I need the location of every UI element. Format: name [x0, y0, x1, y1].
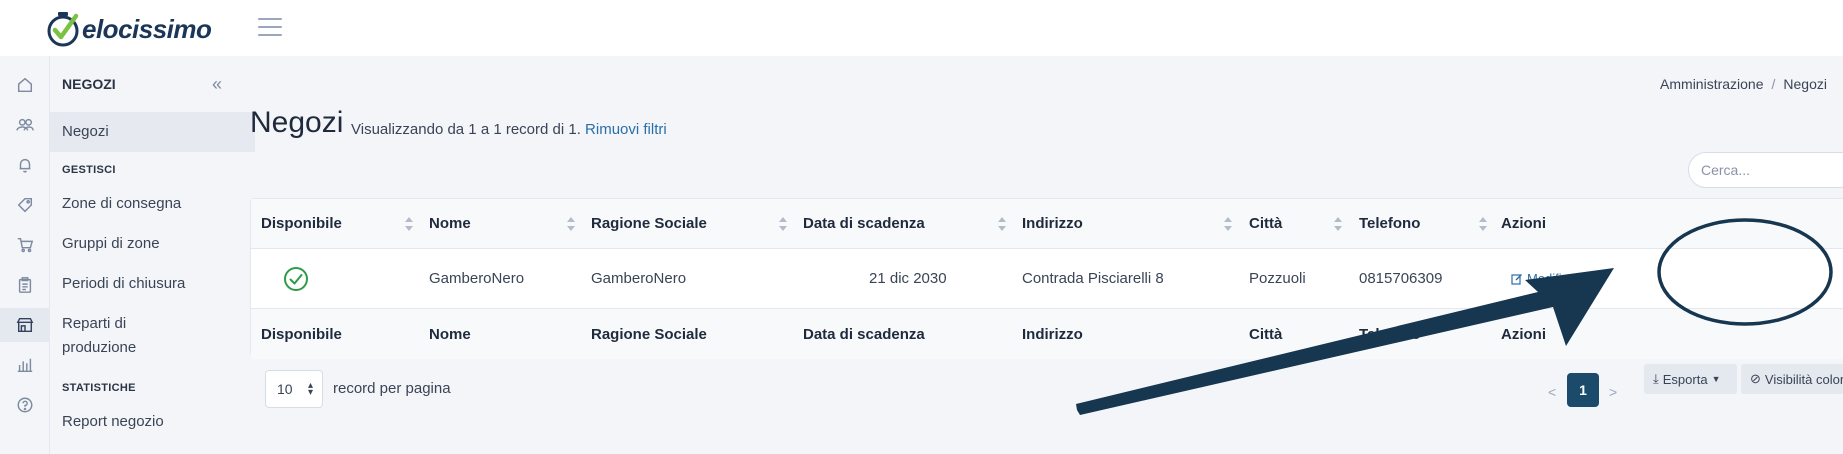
footer-header-citta: Città — [1249, 325, 1283, 343]
export-button[interactable]: ⤓ Esporta ▼ — [1644, 364, 1737, 394]
bar-chart-icon[interactable] — [0, 348, 50, 382]
logo-check-icon — [47, 12, 79, 47]
eye-slash-icon: ⊘ — [1750, 371, 1761, 386]
chevron-down-icon: ▼ — [1711, 374, 1721, 384]
download-icon: ⤓ — [1653, 371, 1659, 386]
per-page-value: 10 — [277, 381, 293, 397]
footer-header-nome: Nome — [429, 325, 471, 343]
per-page-select[interactable]: 10 ▴ ▾ — [265, 370, 323, 408]
sidebar-section-gestisci: GESTISCI — [62, 164, 116, 176]
help-icon[interactable] — [0, 388, 50, 422]
secondary-sidebar: NEGOZI « Negozi GESTISCI Zone di consegn… — [50, 56, 255, 454]
footer-header-disponibile: Disponibile — [261, 325, 342, 343]
cart-icon[interactable] — [0, 228, 50, 262]
column-header-data-scadenza[interactable]: Data di scadenza — [803, 199, 925, 248]
sidebar-title: NEGOZI — [62, 76, 116, 92]
page-title: Negozi — [250, 106, 344, 139]
breadcrumb-parent[interactable]: Amministrazione — [1660, 76, 1763, 92]
bell-icon[interactable] — [0, 148, 50, 182]
menu-toggle-icon[interactable] — [258, 18, 282, 38]
footer-header-data-scadenza: Data di scadenza — [803, 325, 925, 343]
record-count-text: Visualizzando da 1 a 1 record di 1. — [351, 121, 581, 138]
column-header-nome[interactable]: Nome — [429, 199, 471, 248]
column-header-citta[interactable]: Città — [1249, 199, 1282, 248]
breadcrumb-current: Negozi — [1783, 76, 1827, 92]
store-icon[interactable] — [0, 308, 50, 342]
edit-icon — [1511, 273, 1522, 285]
sort-icon[interactable] — [1478, 217, 1488, 231]
sidebar-item-negozi[interactable]: Negozi — [50, 112, 255, 152]
table-row: GamberoNero GamberoNero 21 dic 2030 Cont… — [251, 249, 1843, 309]
column-header-disponibile[interactable]: Disponibile — [261, 199, 342, 248]
footer-header-telefono: Telefono — [1359, 325, 1421, 343]
logo[interactable]: elocissimo — [46, 8, 212, 50]
breadcrumb-separator: / — [1771, 76, 1776, 92]
column-header-indirizzo[interactable]: Indirizzo — [1022, 199, 1083, 248]
pagination-next[interactable]: > — [1609, 384, 1617, 400]
column-header-telefono[interactable]: Telefono — [1359, 199, 1420, 248]
tag-icon[interactable] — [0, 188, 50, 222]
sidebar-item-zone-consegna[interactable]: Zone di consegna — [50, 192, 255, 216]
users-icon[interactable] — [0, 108, 50, 142]
search-input[interactable]: Cerca... — [1688, 152, 1843, 188]
sort-icon[interactable] — [1333, 217, 1343, 231]
footer-header-indirizzo: Indirizzo — [1022, 325, 1083, 343]
collapse-sidebar-icon[interactable]: « — [212, 74, 222, 95]
clear-filters-link[interactable]: Rimuovi filtri — [585, 121, 667, 138]
sort-icon[interactable] — [566, 217, 576, 231]
breadcrumb: Amministrazione / Negozi — [1660, 76, 1827, 92]
footer-header-ragione-sociale: Ragione Sociale — [591, 325, 707, 343]
column-visibility-button[interactable]: ⊘ Visibilità colonne — [1741, 364, 1843, 394]
cell-ragione-sociale: GamberoNero — [591, 270, 687, 287]
sidebar-item-periodi-chiusura[interactable]: Periodi di chiusura — [50, 272, 255, 296]
cell-citta: Pozzuoli — [1249, 270, 1306, 287]
pagination-page-1[interactable]: 1 — [1567, 373, 1599, 407]
available-check-icon — [283, 249, 309, 308]
select-caret-icon: ▴ ▾ — [307, 380, 313, 398]
cell-data-scadenza: 21 dic 2030 — [869, 270, 947, 287]
clipboard-icon[interactable] — [0, 268, 50, 302]
sort-icon[interactable] — [1223, 217, 1233, 231]
cell-telefono: 0815706309 — [1359, 270, 1443, 287]
stores-table: Disponibile Nome Ragione Sociale Data di… — [250, 198, 1843, 359]
sidebar-section-statistiche: STATISTICHE — [62, 382, 136, 394]
cell-nome: GamberoNero — [429, 270, 525, 287]
column-header-ragione-sociale[interactable]: Ragione Sociale — [591, 199, 707, 248]
logo-text: elocissimo — [82, 13, 212, 44]
page-subtitle: Visualizzando da 1 a 1 record di 1. Rimu… — [351, 121, 667, 138]
sort-icon[interactable] — [404, 217, 414, 231]
sort-icon[interactable] — [778, 217, 788, 231]
sidebar-item-report-negozio[interactable]: Report negozio — [50, 410, 255, 434]
per-page-label: record per pagina — [333, 380, 451, 397]
icon-rail — [0, 56, 50, 454]
column-header-azioni: Azioni — [1501, 215, 1546, 232]
export-label: Esporta — [1662, 371, 1708, 387]
table-header-row: Disponibile Nome Ragione Sociale Data di… — [251, 199, 1843, 249]
sidebar-item-gruppi-zone[interactable]: Gruppi di zone — [50, 232, 255, 256]
edit-label: Modifica — [1527, 271, 1576, 286]
table-footer-row: Disponibile Nome Ragione Sociale Data di… — [251, 309, 1843, 359]
edit-button[interactable]: Modifica — [1511, 249, 1575, 308]
sort-icon[interactable] — [997, 217, 1007, 231]
sidebar-item-reparti-produzione[interactable]: Reparti di produzione — [50, 312, 170, 360]
column-visibility-label: Visibilità colonne — [1764, 371, 1843, 387]
footer-header-azioni: Azioni — [1501, 325, 1546, 343]
cell-indirizzo: Contrada Pisciarelli 8 — [1022, 270, 1164, 287]
home-icon[interactable] — [0, 68, 50, 102]
top-bar: elocissimo — [0, 0, 1843, 56]
pagination-prev[interactable]: < — [1548, 384, 1556, 400]
